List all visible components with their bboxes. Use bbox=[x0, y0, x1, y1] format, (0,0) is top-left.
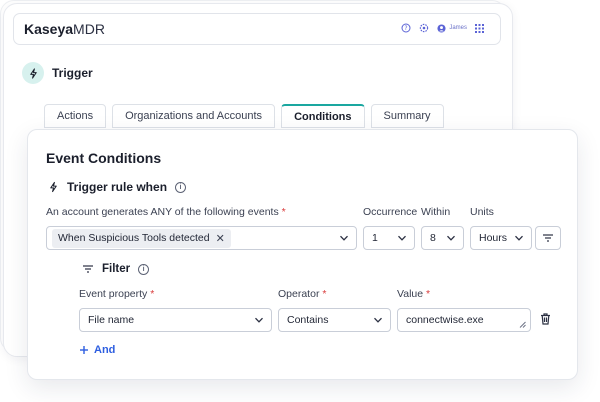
filter-header: Filter i bbox=[82, 263, 150, 275]
tab-actions[interactable]: Actions bbox=[44, 104, 107, 128]
trash-icon[interactable] bbox=[540, 313, 551, 325]
events-select[interactable]: When Suspicious Tools detected ✕ bbox=[46, 226, 357, 250]
brand-product: MDR bbox=[73, 21, 105, 37]
value-input[interactable]: connectwise.exe bbox=[397, 308, 531, 332]
tab-summary[interactable]: Summary bbox=[370, 104, 444, 128]
info-icon[interactable]: i bbox=[175, 181, 187, 193]
value-label-text: Value bbox=[397, 288, 424, 300]
value-label: Value * bbox=[397, 288, 430, 300]
within-select[interactable]: 8 bbox=[421, 226, 464, 250]
chevron-down-icon bbox=[340, 235, 348, 241]
required-mark: * bbox=[281, 206, 286, 218]
event-conditions-card: Event Conditions Trigger rule when i An … bbox=[27, 129, 578, 380]
trigger-rule-header: Trigger rule when i bbox=[48, 180, 187, 194]
tab-organizations-and-accounts[interactable]: Organizations and Accounts bbox=[112, 104, 276, 128]
operator-value: Contains bbox=[287, 314, 329, 326]
info-icon[interactable]: i bbox=[138, 263, 150, 275]
filter-title: Filter bbox=[102, 263, 131, 275]
close-icon[interactable]: ✕ bbox=[216, 232, 225, 245]
brand-name: Kaseya bbox=[24, 21, 74, 37]
operator-label-text: Operator bbox=[278, 288, 320, 300]
and-label: And bbox=[94, 344, 116, 356]
add-and-condition-button[interactable]: And bbox=[79, 344, 115, 356]
events-label-text: An account generates ANY of the followin… bbox=[46, 206, 279, 218]
trigger-rule-label: Trigger rule when bbox=[67, 180, 168, 194]
required-mark: * bbox=[426, 288, 431, 300]
filter-icon bbox=[83, 265, 93, 273]
chevron-down-icon bbox=[374, 317, 382, 323]
occurrence-label: Occurrence bbox=[363, 206, 418, 218]
value-input-text: connectwise.exe bbox=[406, 314, 484, 326]
lightning-icon bbox=[50, 181, 57, 193]
chevron-down-icon bbox=[515, 235, 523, 241]
filter-icon bbox=[543, 234, 553, 242]
tab-conditions[interactable]: Conditions bbox=[281, 104, 365, 128]
event-chip: When Suspicious Tools detected ✕ bbox=[52, 228, 231, 248]
resize-handle-icon[interactable] bbox=[519, 321, 526, 328]
top-bar: KaseyaMDR ? James bbox=[13, 13, 501, 45]
units-label: Units bbox=[470, 206, 494, 218]
within-label: Within bbox=[421, 206, 451, 218]
occurrence-select[interactable]: 1 bbox=[363, 226, 415, 250]
gear-icon[interactable] bbox=[419, 23, 429, 33]
events-label: An account generates ANY of the followin… bbox=[46, 206, 286, 218]
user-name: James bbox=[449, 25, 467, 31]
trigger-badge bbox=[22, 62, 44, 84]
add-filter-button[interactable] bbox=[535, 226, 561, 250]
event-property-value: File name bbox=[88, 314, 135, 326]
page-title: Trigger bbox=[52, 66, 93, 80]
page-header: Trigger bbox=[22, 62, 93, 84]
event-property-label-text: Event property bbox=[79, 288, 148, 300]
help-icon[interactable]: ? bbox=[401, 23, 411, 33]
section-title: Event Conditions bbox=[46, 150, 162, 166]
occurrence-value: 1 bbox=[372, 232, 378, 244]
chevron-down-icon bbox=[398, 235, 406, 241]
user-menu[interactable]: James bbox=[437, 23, 467, 33]
units-value: Hours bbox=[479, 232, 508, 244]
chevron-down-icon bbox=[447, 235, 455, 241]
event-property-label: Event property * bbox=[79, 288, 154, 300]
event-property-select[interactable]: File name bbox=[79, 308, 272, 332]
event-chip-label: When Suspicious Tools detected bbox=[58, 232, 210, 244]
operator-label: Operator * bbox=[278, 288, 326, 300]
within-value: 8 bbox=[430, 232, 436, 244]
svg-text:?: ? bbox=[405, 25, 408, 32]
user-icon bbox=[437, 23, 446, 33]
required-mark: * bbox=[150, 288, 155, 300]
required-mark: * bbox=[322, 288, 327, 300]
units-select[interactable]: Hours bbox=[470, 226, 532, 250]
chevron-down-icon bbox=[255, 317, 263, 323]
brand-logo[interactable]: KaseyaMDR bbox=[24, 21, 105, 37]
operator-select[interactable]: Contains bbox=[278, 308, 391, 332]
tab-bar: Actions Organizations and Accounts Condi… bbox=[44, 104, 444, 128]
lightning-icon bbox=[29, 67, 37, 79]
grid-icon[interactable] bbox=[475, 23, 484, 33]
plus-icon bbox=[80, 346, 88, 354]
